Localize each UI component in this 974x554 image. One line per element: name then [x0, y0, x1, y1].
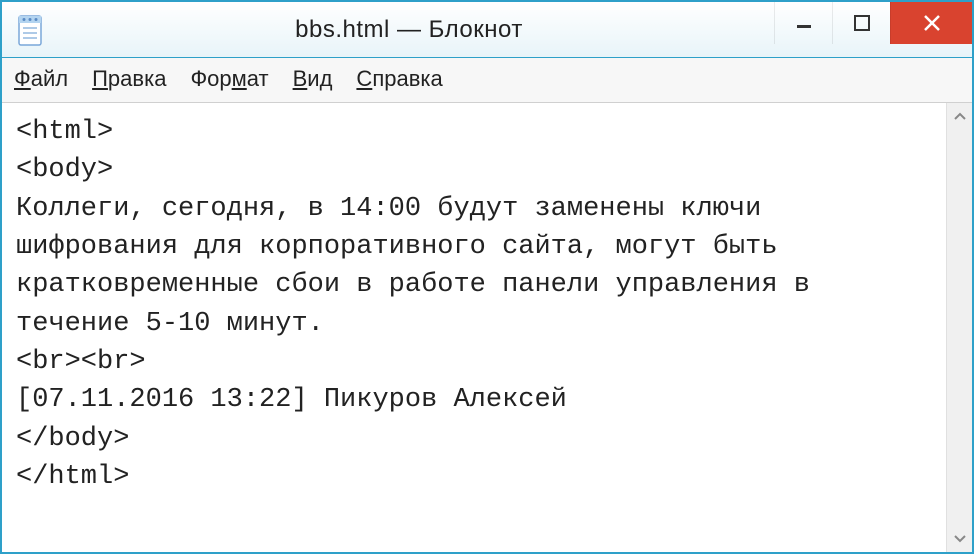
menu-format[interactable]: Формат — [190, 66, 268, 92]
menu-view[interactable]: Вид — [293, 66, 333, 92]
text-editor[interactable]: <html> <body> Коллеги, сегодня, в 14:00 … — [2, 103, 946, 552]
close-button[interactable] — [890, 2, 972, 44]
titlebar[interactable]: bbs.html — Блокнот — [2, 2, 972, 58]
scroll-up-icon[interactable] — [947, 103, 972, 129]
menubar: Файл Правка Формат Вид Справка — [2, 58, 972, 103]
window-controls — [774, 2, 972, 44]
menu-help[interactable]: Справка — [356, 66, 442, 92]
minimize-button[interactable] — [774, 2, 832, 44]
maximize-button[interactable] — [832, 2, 890, 44]
window-frame: bbs.html — Блокнот Файл Правка Формат Ви… — [0, 0, 974, 554]
content-area: <html> <body> Коллеги, сегодня, в 14:00 … — [2, 103, 972, 552]
vertical-scrollbar[interactable] — [946, 103, 972, 552]
scroll-down-icon[interactable] — [947, 526, 972, 552]
menu-file[interactable]: Файл — [14, 66, 68, 92]
notepad-icon — [16, 12, 44, 48]
menu-edit[interactable]: Правка — [92, 66, 166, 92]
window-title: bbs.html — Блокнот — [44, 16, 774, 44]
